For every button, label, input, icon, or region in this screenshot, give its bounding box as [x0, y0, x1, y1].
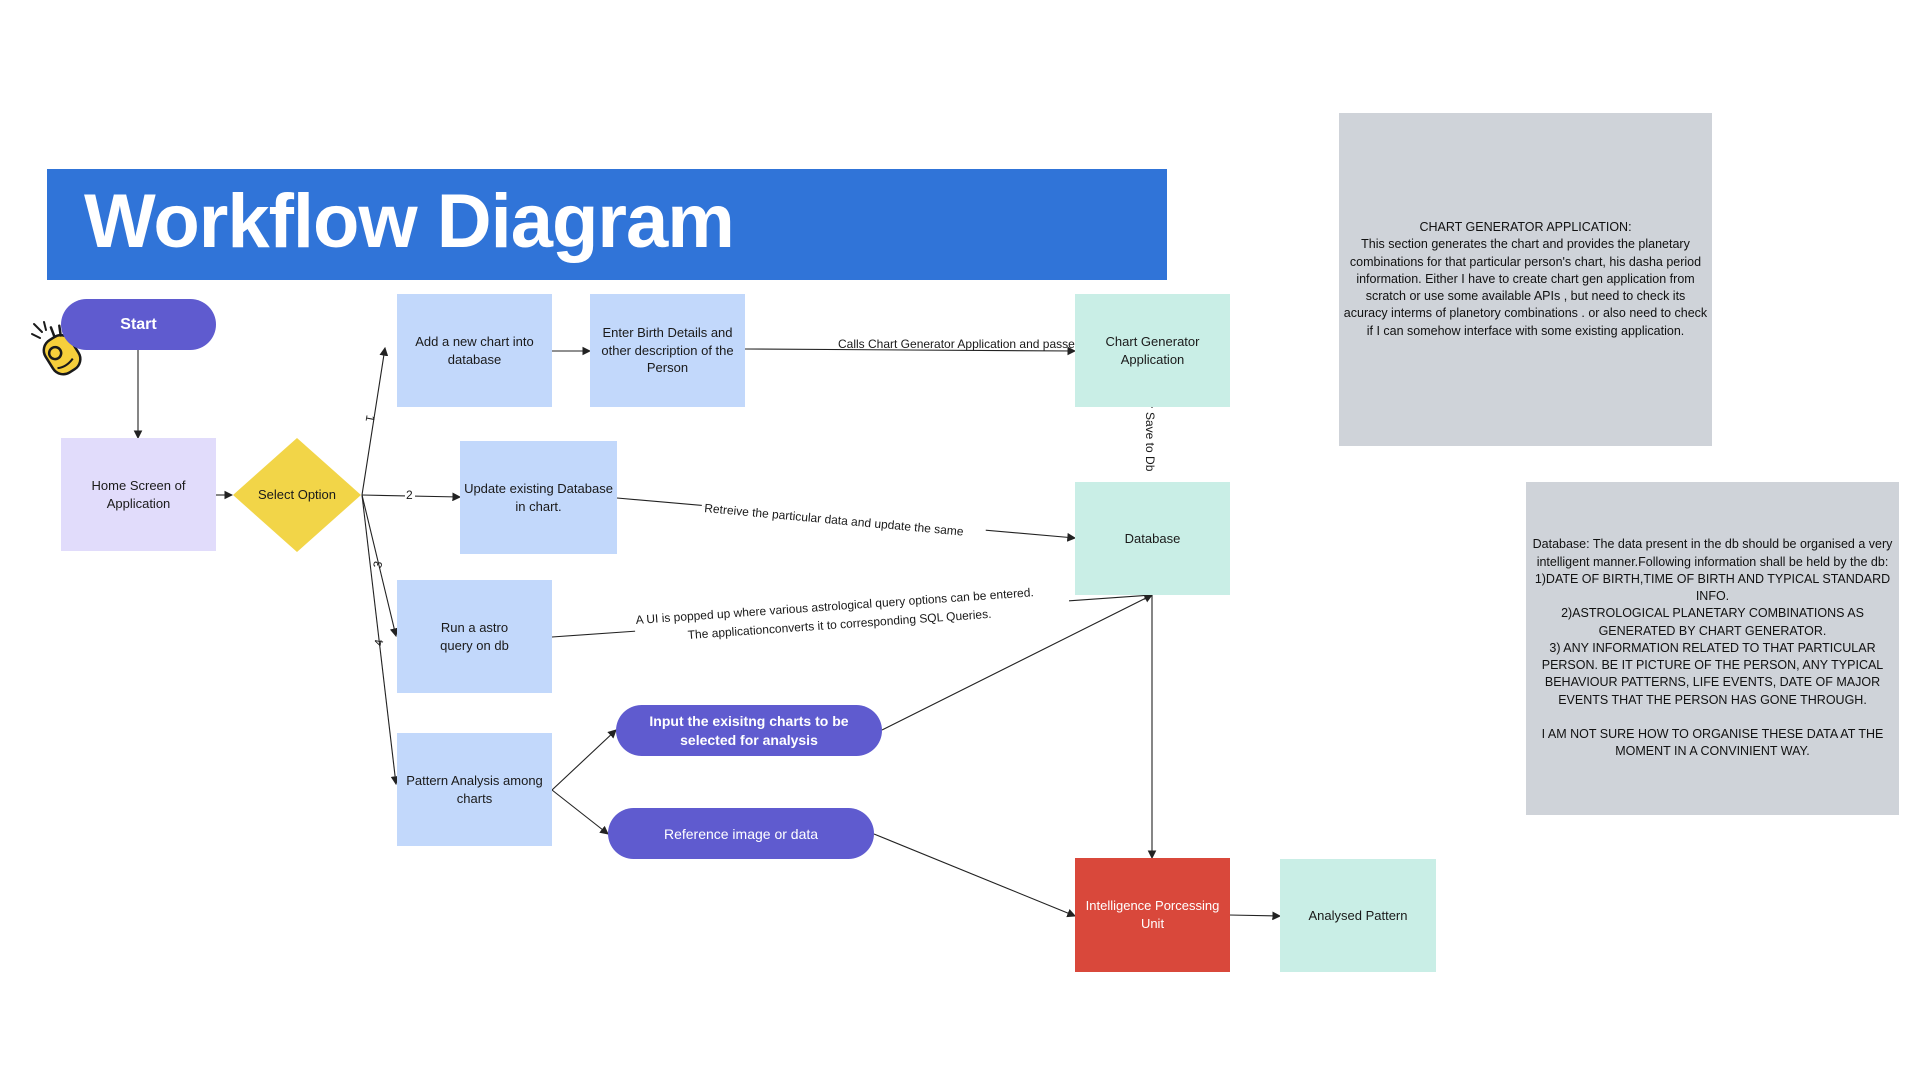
analysed-pattern-label: Analysed Pattern	[1308, 907, 1408, 923]
edge-label-opt1: 1	[363, 414, 378, 423]
chart-generator-note: CHART GENERATOR APPLICATION: This sectio…	[1339, 113, 1712, 446]
diagram-canvas: Save to Db Calls Chart Generator Applica…	[0, 0, 1920, 1080]
input-charts-node: Input the exisitng charts to be selected…	[616, 705, 882, 756]
edge-pattern-input	[551, 729, 617, 791]
add-chart-label: Add a new chart into database	[415, 333, 534, 367]
reference-label: Reference image or data	[663, 825, 819, 842]
start-node: Start	[61, 299, 216, 350]
select-option-label: Select Option	[257, 487, 337, 503]
update-database-node: Update existing Database in chart.	[460, 441, 617, 554]
database-note-text: Database: The data present in the db sho…	[1532, 537, 1893, 759]
chart-generator-node: Chart Generator Application	[1075, 294, 1230, 407]
add-chart-node: Add a new chart into database	[397, 294, 552, 407]
chart-generator-label: Chart Generator Application	[1105, 333, 1200, 367]
database-label: Database	[1124, 530, 1181, 546]
edge-reference-ipu	[873, 833, 1077, 918]
analysed-pattern-node: Analysed Pattern	[1280, 859, 1436, 972]
update-database-label: Update existing Database in chart.	[464, 480, 613, 514]
astro-query-label: Run a astro query on db	[440, 619, 509, 653]
start-label: Start	[120, 315, 157, 333]
pattern-analysis-node: Pattern Analysis among charts	[397, 733, 552, 846]
enter-birth-node: Enter Birth Details and other descriptio…	[590, 294, 745, 407]
edge-pattern-reference	[551, 789, 609, 835]
home-screen-label: Home Screen of Application	[91, 477, 186, 511]
input-charts-label: Input the exisitng charts to be selected…	[649, 713, 849, 748]
edge-ipu-analysed	[1228, 911, 1282, 921]
page-title: Workflow Diagram	[84, 179, 735, 264]
astro-query-node: Run a astro query on db	[397, 580, 552, 693]
edge-label-opt2: 2	[406, 488, 413, 502]
enter-birth-label: Enter Birth Details and other descriptio…	[601, 325, 734, 376]
database-node: Database	[1075, 482, 1230, 595]
database-note: Database: The data present in the db sho…	[1526, 482, 1899, 815]
intelligence-unit-node: Intelligence Porcessing Unit	[1075, 858, 1230, 972]
reference-node: Reference image or data	[608, 808, 874, 859]
intelligence-unit-label: Intelligence Porcessing Unit	[1085, 898, 1220, 931]
home-screen-node: Home Screen of Application	[61, 438, 216, 551]
chart-generator-note-text: CHART GENERATOR APPLICATION: This sectio…	[1343, 220, 1708, 338]
edge-label-save: Save to Db	[1143, 412, 1157, 472]
pattern-analysis-label: Pattern Analysis among charts	[406, 772, 543, 806]
